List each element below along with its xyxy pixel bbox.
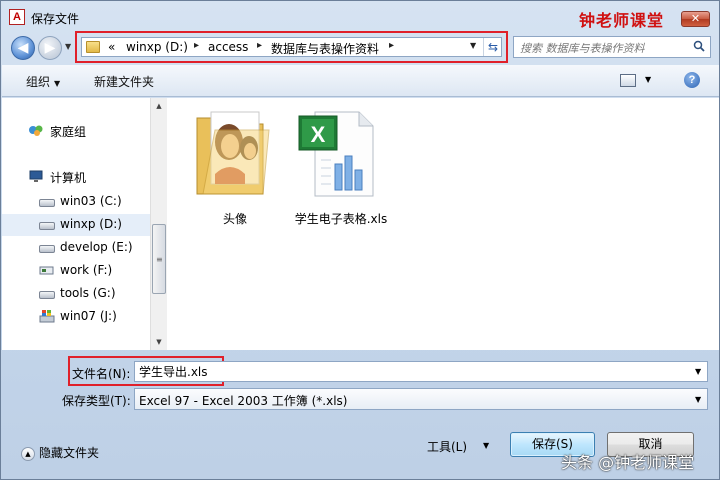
sidebar-item-label: 家庭组 [50,125,87,139]
back-button[interactable]: ◀ [11,36,35,60]
excel-file-icon: X [298,111,374,197]
sidebar-item-drive-e[interactable]: develop (E:) [2,237,150,259]
help-icon[interactable]: ? [684,72,700,88]
sidebar-item-drive-f[interactable]: work (F:) [2,260,150,282]
hide-folders-label: 隐藏文件夹 [39,446,100,460]
drive-icon [39,245,55,253]
breadcrumb-overflow[interactable]: « [108,40,115,54]
filetype-dropdown-icon[interactable]: ▼ [695,395,701,404]
navigation-scrollbar[interactable]: ▲ ≡ ▼ [150,98,167,350]
toolbar: 组织 ▼ 新建文件夹 ▼ ? [2,65,719,97]
tools-button[interactable]: 工具(L) [427,438,467,455]
filename-label: 文件名(N): [72,367,131,381]
search-input[interactable]: 搜索 数据库与表操作资料 [513,36,711,58]
breadcrumb-access[interactable]: access [208,40,248,54]
save-file-dialog: A 保存文件 钟老师课堂 ✕ ◀ ▶ ▼ « winxp (D:) ▸ acce… [0,0,720,480]
view-dropdown-icon[interactable]: ▼ [645,75,651,84]
address-bar[interactable]: « winxp (D:) ▸ access ▸ 数据库与表操作资料 ▸ ▼ ⇆ [81,37,502,57]
file-list: 头像 X 学生电子表格.xls [167,98,719,350]
sidebar-item-drive-g[interactable]: tools (G:) [2,283,150,305]
close-button[interactable]: ✕ [681,11,710,27]
address-dropdown-icon[interactable]: ▼ [470,41,476,50]
chevron-right-icon[interactable]: ▸ [194,40,199,51]
file-label: 头像 [222,212,247,226]
filename-input[interactable] [134,361,708,382]
file-item-folder[interactable]: 头像 [185,104,285,226]
folder-icon [86,41,100,53]
breadcrumb-winxp[interactable]: winxp (D:) [126,40,188,54]
filename-dropdown-icon[interactable]: ▼ [695,367,701,376]
sidebar-item-label: tools (G:) [60,286,116,300]
drive-icon [39,222,55,230]
chevron-down-icon: ▼ [54,79,61,88]
file-label: 学生电子表格.xls [294,212,388,226]
address-bar-highlight: « winxp (D:) ▸ access ▸ 数据库与表操作资料 ▸ ▼ ⇆ [75,31,508,63]
navigation-pane: 家庭组 计算机 win03 (C:) winxp (D:) develop (E… [2,98,150,350]
sidebar-item-drive-c[interactable]: win03 (C:) [2,191,150,213]
tools-dropdown-icon[interactable]: ▼ [483,441,489,450]
watermark-bottom: 头条 @钟老师课堂 [561,453,695,472]
chevron-right-icon[interactable]: ▸ [389,40,394,51]
scroll-down-icon[interactable]: ▼ [151,334,167,350]
recent-pages-dropdown-icon[interactable]: ▼ [65,42,71,51]
folder-icon [196,111,270,195]
breadcrumb-folder[interactable]: 数据库与表操作资料 [271,40,379,57]
filetype-label: 保存类型(T): [62,394,131,408]
forward-button[interactable]: ▶ [38,36,62,60]
sidebar-item-drive-j[interactable]: win07 (J:) [2,306,150,328]
sidebar-item-computer[interactable]: 计算机 [2,166,150,188]
chevron-up-icon: ▲ [21,446,35,461]
file-item-excel[interactable]: X 学生电子表格.xls [291,104,391,226]
sidebar-item-label: work (F:) [60,263,113,277]
title-bar: A 保存文件 钟老师课堂 ✕ [1,1,719,33]
windows-drive-icon [39,310,55,323]
network-drive-icon [39,266,54,275]
search-icon[interactable] [693,40,705,52]
organize-label: 组织 [26,75,51,89]
drive-icon [39,199,55,207]
window-title: 保存文件 [31,12,80,26]
sidebar-item-homegroup[interactable]: 家庭组 [2,120,150,142]
grip-icon: ≡ [156,255,163,264]
drive-icon [39,291,55,299]
sidebar-item-label: win07 (J:) [60,309,117,323]
new-folder-button[interactable]: 新建文件夹 [94,73,154,90]
filetype-select[interactable]: Excel 97 - Excel 2003 工作簿 (*.xls) [134,388,708,410]
access-app-icon: A [9,9,25,25]
scroll-up-icon[interactable]: ▲ [151,98,167,114]
organize-button[interactable]: 组织 ▼ [26,73,60,90]
computer-icon [29,170,43,182]
search-placeholder: 搜索 数据库与表操作资料 [520,42,645,55]
sidebar-item-label: 计算机 [50,171,87,185]
sidebar-item-drive-d[interactable]: winxp (D:) [2,214,150,236]
svg-text:X: X [311,122,326,147]
homegroup-icon [29,125,43,136]
watermark-top: 钟老师课堂 [579,11,665,30]
hide-folders-toggle[interactable]: ▲ 隐藏文件夹 [21,444,99,461]
sidebar-item-label: develop (E:) [60,240,133,254]
sidebar-item-label: win03 (C:) [60,194,122,208]
chevron-right-icon[interactable]: ▸ [257,40,262,51]
refresh-icon[interactable]: ⇆ [483,38,502,56]
scrollbar-thumb[interactable]: ≡ [152,224,166,294]
sidebar-item-label: winxp (D:) [60,217,122,231]
view-options-icon[interactable] [620,74,636,87]
